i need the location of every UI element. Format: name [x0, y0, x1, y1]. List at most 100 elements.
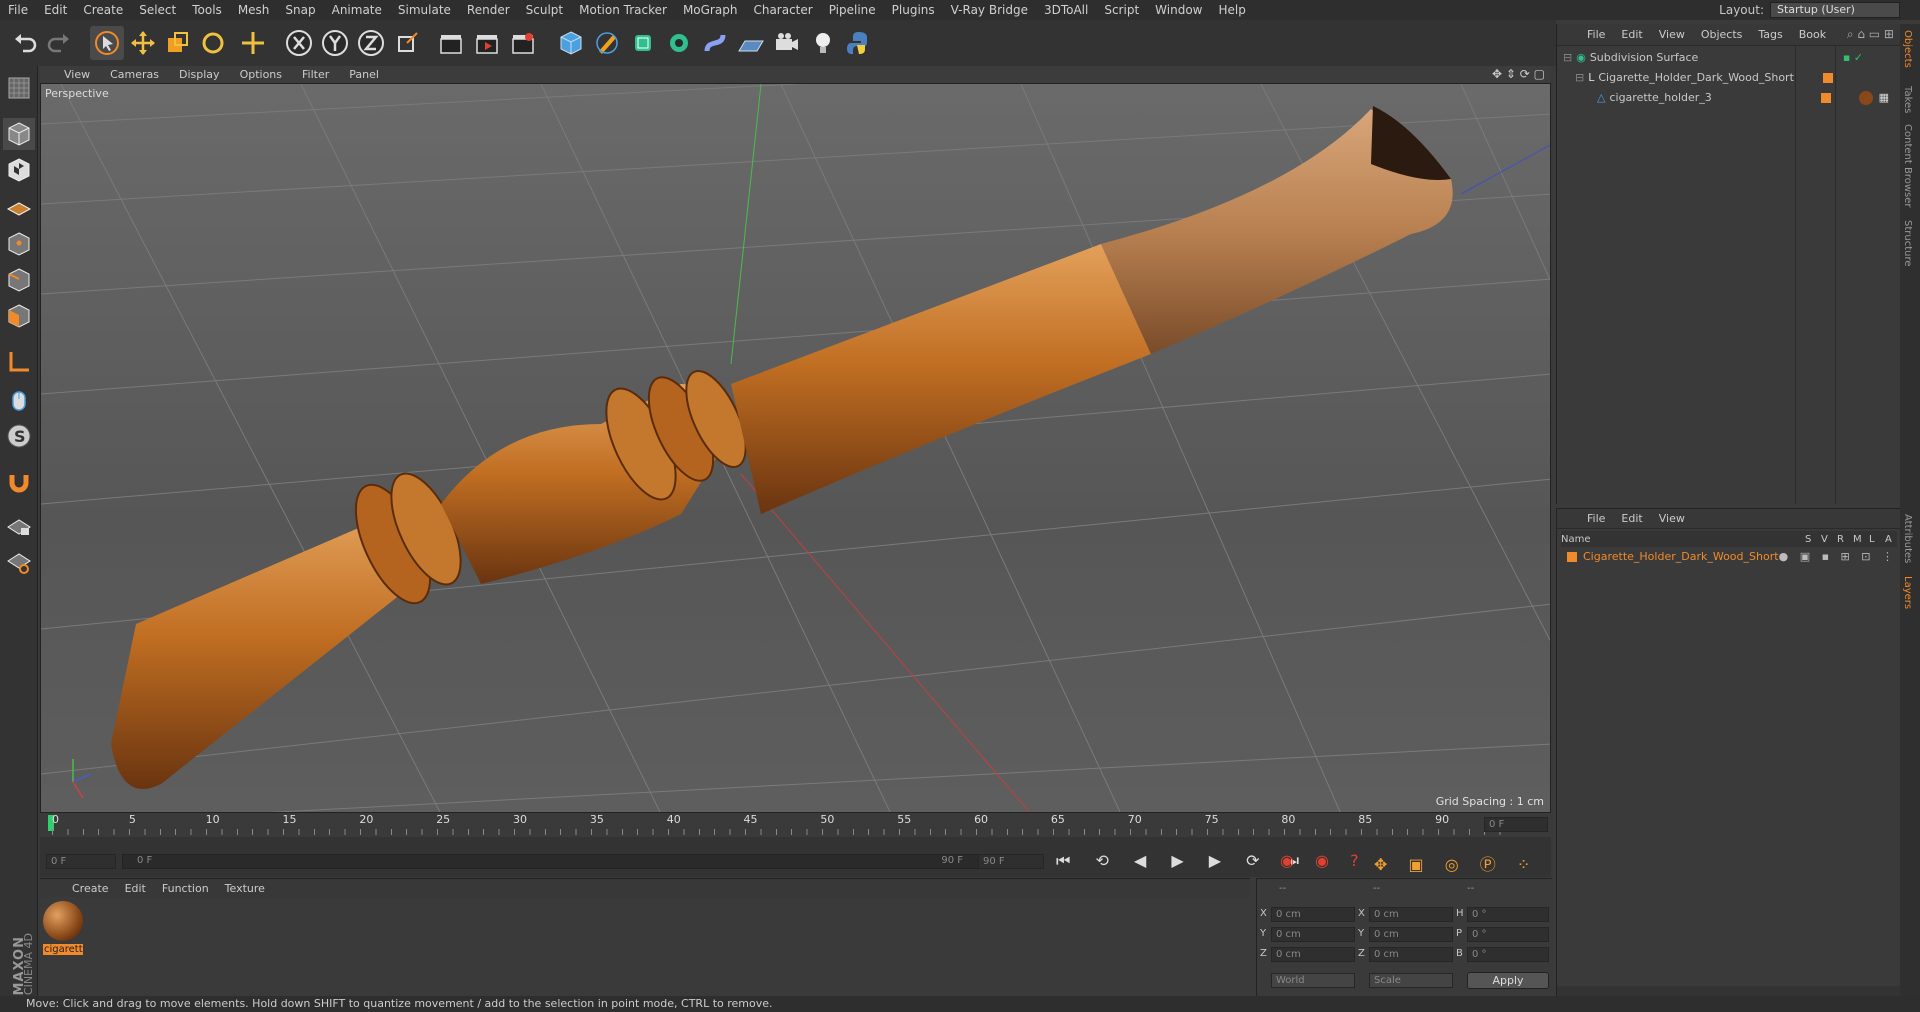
pen-tool-button[interactable] — [590, 26, 624, 60]
scale-tool-button[interactable] — [160, 26, 194, 60]
viewport-menu-options[interactable]: Options — [230, 68, 292, 81]
z-axis-button[interactable] — [354, 26, 388, 60]
x-axis-button[interactable] — [282, 26, 316, 60]
workplane-button[interactable] — [3, 190, 35, 222]
undo-button[interactable] — [8, 26, 42, 60]
menu-help[interactable]: Help — [1210, 0, 1253, 20]
transport-buttons[interactable]: ⏮ ⟲ ◀ ▶ ▶ ⟳ ⏭ — [1056, 851, 1309, 871]
tab-objects[interactable]: Objects — [1902, 30, 1913, 68]
object-name[interactable]: cigarette_holder_3 — [1609, 91, 1711, 104]
timeline-ruler[interactable]: 0 5 10 15 20 25 30 35 40 45 50 55 60 65 … — [40, 813, 1551, 837]
tab-content-browser[interactable]: Content Browser — [1902, 124, 1913, 207]
cigarette-holder-model[interactable] — [111, 106, 1453, 789]
snap-button[interactable]: S — [3, 420, 35, 452]
size-z-field[interactable]: 0 cm — [1369, 947, 1453, 962]
menu-snap[interactable]: Snap — [277, 0, 323, 20]
tab-structure[interactable]: Structure — [1902, 220, 1913, 267]
texture-mode-button[interactable] — [3, 154, 35, 186]
viewport-menu-display[interactable]: Display — [169, 68, 230, 81]
lock-workplane-button[interactable] — [3, 510, 35, 542]
object-row[interactable]: ⊟ ◉ Subdivision Surface ▪ ✓ — [1563, 48, 1893, 67]
material-menu-function[interactable]: Function — [154, 882, 217, 895]
menu-edit[interactable]: Edit — [36, 0, 75, 20]
floor-button[interactable] — [734, 26, 768, 60]
menu-select[interactable]: Select — [131, 0, 184, 20]
object-row[interactable]: △ cigarette_holder_3 ▦ — [1597, 88, 1893, 107]
rotation-h-field[interactable]: 0 ° — [1467, 907, 1549, 922]
layer-scrollbar[interactable] — [1557, 986, 1901, 996]
rotate-tool-button[interactable] — [196, 26, 230, 60]
render-settings-button[interactable] — [506, 26, 540, 60]
menu-plugins[interactable]: Plugins — [884, 0, 943, 20]
coordinate-mode-dropdown[interactable]: World — [1271, 973, 1355, 988]
viewport-menu-view[interactable]: View — [54, 68, 100, 81]
layer-menu-edit[interactable]: Edit — [1613, 512, 1650, 525]
layer-row[interactable]: Cigarette_Holder_Dark_Wood_Short ● ▣ ▪ ⊞… — [1567, 547, 1897, 566]
camera-button[interactable] — [770, 26, 804, 60]
redo-button[interactable] — [42, 26, 76, 60]
size-mode-dropdown[interactable]: Scale — [1369, 973, 1453, 988]
menu-simulate[interactable]: Simulate — [390, 0, 459, 20]
make-editable-button[interactable] — [3, 72, 35, 104]
object-menu-view[interactable]: View — [1651, 28, 1693, 41]
cube-primitive-button[interactable] — [554, 26, 588, 60]
python-button[interactable] — [842, 26, 876, 60]
frame-range-slider[interactable]: 0 F 90 F — [122, 854, 982, 869]
magnet-button[interactable] — [3, 466, 35, 498]
position-y-field[interactable]: 0 cm — [1271, 927, 1355, 942]
object-name[interactable]: Cigarette_Holder_Dark_Wood_Short — [1598, 71, 1794, 84]
object-row[interactable]: ⊟ L Cigarette_Holder_Dark_Wood_Short — [1575, 68, 1893, 87]
tab-layers[interactable]: Layers — [1902, 576, 1913, 609]
menu-file[interactable]: File — [0, 0, 36, 20]
size-y-field[interactable]: 0 cm — [1369, 927, 1453, 942]
layer-flag-icons[interactable]: ● ▣ ▪ ⊞ ⊡ ⋮ — [1779, 550, 1897, 563]
material-tag-icon[interactable] — [1858, 90, 1873, 105]
tab-takes[interactable]: Takes — [1902, 86, 1913, 113]
points-mode-button[interactable] — [3, 228, 35, 260]
menu-create[interactable]: Create — [75, 0, 131, 20]
mograph-cloner-button[interactable] — [662, 26, 696, 60]
viewport-menu-filter[interactable]: Filter — [292, 68, 339, 81]
object-menu-objects[interactable]: Objects — [1693, 28, 1751, 41]
object-name[interactable]: Subdivision Surface — [1590, 51, 1698, 64]
position-x-field[interactable]: 0 cm — [1271, 907, 1355, 922]
collapse-icon[interactable]: ⊟ — [1563, 51, 1572, 64]
model-mode-button[interactable] — [3, 118, 35, 150]
size-x-field[interactable]: 0 cm — [1369, 907, 1453, 922]
light-button[interactable] — [806, 26, 840, 60]
apply-button[interactable]: Apply — [1467, 972, 1549, 989]
menu-mograph[interactable]: MoGraph — [675, 0, 746, 20]
render-view-button[interactable] — [434, 26, 468, 60]
menu-vray-bridge[interactable]: V-Ray Bridge — [943, 0, 1036, 20]
menu-3dtoall[interactable]: 3DToAll — [1036, 0, 1096, 20]
object-menu-tags[interactable]: Tags — [1750, 28, 1790, 41]
layout-dropdown[interactable]: Startup (User) — [1770, 2, 1900, 18]
move-tool-button[interactable] — [126, 26, 160, 60]
material-menu-create[interactable]: Create — [64, 882, 117, 895]
tab-attributes[interactable]: Attributes — [1902, 514, 1913, 563]
deformer-button[interactable] — [698, 26, 732, 60]
viewport-menu-cameras[interactable]: Cameras — [100, 68, 169, 81]
layer-name[interactable]: Cigarette_Holder_Dark_Wood_Short — [1583, 550, 1779, 563]
transform-tool-button[interactable] — [236, 26, 270, 60]
menu-animate[interactable]: Animate — [324, 0, 390, 20]
menu-pipeline[interactable]: Pipeline — [821, 0, 884, 20]
layer-menu-file[interactable]: File — [1579, 512, 1613, 525]
viewport-menu-panel[interactable]: Panel — [339, 68, 389, 81]
object-menu-edit[interactable]: Edit — [1613, 28, 1650, 41]
record-buttons[interactable]: ◉ ◉ ? — [1280, 851, 1367, 870]
edges-mode-button[interactable] — [3, 264, 35, 296]
perspective-viewport[interactable]: Perspective Grid Spacing : 1 cm — [40, 83, 1551, 813]
menu-window[interactable]: Window — [1147, 0, 1210, 20]
current-frame-field[interactable]: 0 F — [1484, 817, 1548, 832]
object-search-icon[interactable]: ⌕ ⌂ ▭ ⊞ — [1847, 27, 1900, 42]
select-tool-button[interactable] — [90, 26, 124, 60]
viewport-nav-icons[interactable]: ✥ ⇕ ⟳ ▢ — [1492, 67, 1545, 81]
render-picture-viewer-button[interactable] — [470, 26, 504, 60]
position-z-field[interactable]: 0 cm — [1271, 947, 1355, 962]
uv-tag-icon[interactable]: ▦ — [1879, 91, 1889, 104]
axis-mode-button[interactable] — [3, 346, 35, 378]
subdivision-button[interactable] — [626, 26, 660, 60]
y-axis-button[interactable] — [318, 26, 352, 60]
end-frame-field[interactable]: 90 F — [978, 854, 1044, 869]
